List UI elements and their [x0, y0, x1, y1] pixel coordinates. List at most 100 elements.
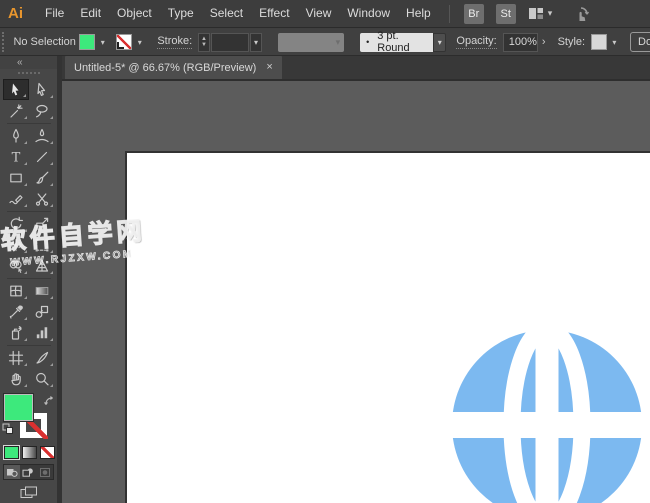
document-setup-button[interactable]: Doc: [630, 32, 650, 52]
opacity-input[interactable]: 100%: [503, 33, 538, 52]
slice-tool[interactable]: [29, 347, 55, 368]
rotate-tool-icon: [8, 216, 24, 232]
perspective-grid-tool[interactable]: [29, 255, 55, 276]
menu-type[interactable]: Type: [160, 6, 202, 20]
opacity-label[interactable]: Opacity:: [456, 35, 496, 49]
chevron-down-icon: ▾: [254, 38, 258, 47]
zoom-tool-icon: [34, 371, 50, 387]
pen-tool-icon: [8, 128, 24, 144]
rectangle-tool[interactable]: [3, 167, 29, 188]
document-tab[interactable]: Untitled-5* @ 66.67% (RGB/Preview) ×: [65, 56, 282, 79]
mesh-tool-icon: [8, 283, 24, 299]
opacity-expand-button[interactable]: ›: [542, 36, 546, 48]
pen-tool[interactable]: [3, 125, 29, 146]
free-transform-tool-icon: [34, 237, 50, 253]
menu-object[interactable]: Object: [109, 6, 160, 20]
paintbrush-tool-icon: [34, 170, 50, 186]
menu-effect[interactable]: Effect: [251, 6, 297, 20]
artboard-tool[interactable]: [3, 347, 29, 368]
none-button[interactable]: [40, 446, 55, 459]
artboard[interactable]: [125, 151, 650, 503]
eyedropper-tool[interactable]: [3, 301, 29, 322]
lasso-tool[interactable]: [29, 100, 55, 121]
variable-width-profile-dropdown[interactable]: • 3 pt. Round: [360, 33, 433, 52]
swap-fill-stroke-icon[interactable]: [44, 393, 54, 411]
color-button[interactable]: [4, 446, 19, 459]
stroke-weight-stepper[interactable]: ▲ ▼: [198, 33, 209, 52]
touch-workspace-toggle[interactable]: [572, 5, 590, 22]
shaper-tool-icon: [8, 191, 24, 207]
fill-stroke-indicator: [0, 392, 57, 444]
hand-tool[interactable]: [3, 368, 29, 389]
bridge-button[interactable]: Br: [464, 4, 484, 24]
globe-artwork[interactable]: [447, 325, 647, 503]
curvature-tool-icon: [34, 128, 50, 144]
shape-builder-tool[interactable]: [3, 255, 29, 276]
curvature-tool[interactable]: [29, 125, 55, 146]
stroke-weight-dropdown[interactable]: ▾: [250, 33, 262, 52]
menu-edit[interactable]: Edit: [72, 6, 109, 20]
menu-select[interactable]: Select: [202, 6, 251, 20]
style-dropdown[interactable]: ▾: [609, 33, 620, 51]
scissors-tool-icon: [34, 191, 50, 207]
workspace-switcher[interactable]: ▾: [528, 6, 553, 21]
graphic-style-swatch[interactable]: [591, 34, 607, 50]
free-transform-tool[interactable]: [29, 234, 55, 255]
tools-panel-drag-handle[interactable]: [18, 72, 40, 75]
blend-tool[interactable]: [29, 301, 55, 322]
zoom-tool[interactable]: [29, 368, 55, 389]
stroke-color-swatch[interactable]: [116, 34, 132, 50]
rectangle-tool-icon: [8, 170, 24, 186]
line-segment-tool-icon: [34, 149, 50, 165]
lasso-tool-icon: [34, 103, 50, 119]
collapse-panel-button[interactable]: «: [17, 58, 23, 68]
paintbrush-tool[interactable]: [29, 167, 55, 188]
type-tool[interactable]: T: [3, 146, 29, 167]
canvas-pasteboard[interactable]: [62, 79, 650, 503]
draw-normal-mode[interactable]: [4, 465, 20, 479]
draw-inside-mode[interactable]: [37, 465, 53, 479]
screen-mode-button[interactable]: [0, 486, 57, 499]
fill-color-swatch[interactable]: [79, 34, 95, 50]
selection-tool[interactable]: [3, 79, 29, 100]
menu-view[interactable]: View: [298, 6, 340, 20]
symbol-sprayer-tool[interactable]: [3, 322, 29, 343]
brush-definition-dropdown[interactable]: ▾: [278, 33, 344, 52]
width-tool[interactable]: [3, 234, 29, 255]
style-label: Style:: [558, 36, 586, 48]
stroke-weight-input[interactable]: [211, 33, 249, 52]
illustrator-window: Ai FileEditObjectTypeSelectEffectViewWin…: [0, 0, 650, 503]
scissors-tool[interactable]: [29, 188, 55, 209]
gradient-button[interactable]: [22, 446, 37, 459]
rotate-tool[interactable]: [3, 213, 29, 234]
menu-help[interactable]: Help: [398, 6, 439, 20]
magic-wand-tool[interactable]: [3, 100, 29, 121]
menu-window[interactable]: Window: [339, 6, 398, 20]
line-segment-tool[interactable]: [29, 146, 55, 167]
stepper-down-icon[interactable]: ▼: [201, 42, 207, 48]
drawing-mode-buttons: [3, 464, 54, 480]
column-graph-tool[interactable]: [29, 322, 55, 343]
shaper-tool[interactable]: [3, 188, 29, 209]
gradient-tool[interactable]: [29, 280, 55, 301]
scale-tool[interactable]: [29, 213, 55, 234]
direct-selection-tool[interactable]: [29, 79, 55, 100]
fill-color-dropdown[interactable]: ▾: [97, 33, 108, 51]
stroke-color-dropdown[interactable]: ▾: [134, 33, 145, 51]
mesh-tool[interactable]: [3, 280, 29, 301]
menu-items: FileEditObjectTypeSelectEffectViewWindow…: [37, 0, 439, 27]
default-fill-stroke-icon[interactable]: [2, 422, 14, 440]
close-tab-icon[interactable]: ×: [266, 62, 272, 73]
control-bar-grip[interactable]: [2, 32, 7, 52]
draw-behind-mode[interactable]: [20, 465, 36, 479]
menu-file[interactable]: File: [37, 6, 72, 20]
column-graph-tool-icon: [34, 325, 50, 341]
perspective-grid-tool-icon: [34, 258, 50, 274]
profile-dropdown-button[interactable]: ▾: [433, 33, 446, 52]
stock-button[interactable]: St: [496, 4, 516, 24]
fill-proxy[interactable]: [4, 394, 33, 421]
chevron-down-icon: ▾: [138, 38, 142, 47]
tools-panel-header: «: [0, 56, 57, 69]
stroke-weight-label[interactable]: Stroke:: [157, 35, 192, 49]
profile-preview-icon: •: [366, 37, 369, 47]
